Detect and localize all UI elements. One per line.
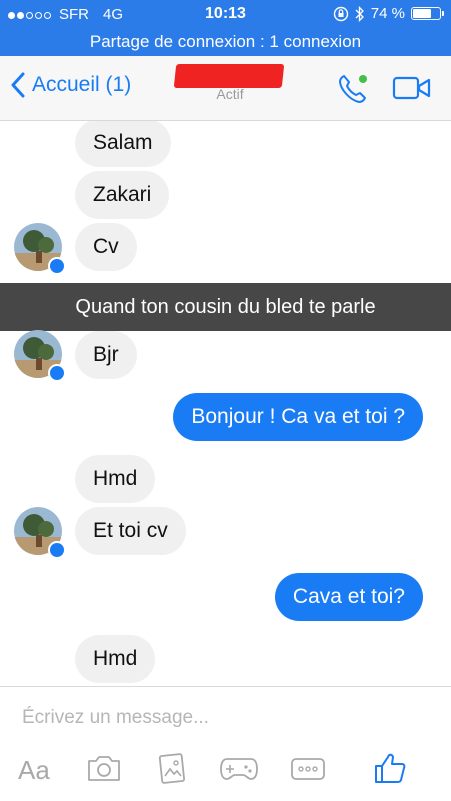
messenger-badge-icon [48,541,66,559]
contact-status: Actif [216,86,244,102]
status-right: 74 % [333,5,444,22]
camera-icon[interactable] [86,753,122,783]
messenger-badge-icon [48,257,66,275]
caption-overlay: Quand ton cousin du bled te parle [0,283,451,331]
photo-gallery-icon[interactable] [155,753,189,785]
message-bubble[interactable]: Cv [75,223,137,271]
text-format-button[interactable]: Aa [18,755,50,786]
hotspot-banner[interactable]: Partage de connexion : 1 connexion [0,30,451,56]
message-bubble[interactable]: Hmd [75,635,156,683]
composer: Écrivez un message... Aa [0,686,451,801]
message-bubble-sent[interactable]: Cava et toi? [274,573,423,621]
game-controller-icon[interactable] [219,755,259,783]
bluetooth-icon [355,5,364,22]
chat-header: Accueil (1) Actif [0,56,451,121]
back-button[interactable]: Accueil (1) [10,72,131,98]
chevron-left-icon [11,72,25,98]
status-bar: SFR 4G 10:13 74 % [0,0,451,30]
message-bubble-sent[interactable]: Bonjour ! Ca va et toi ? [173,393,423,441]
composer-toolbar: Aa [0,753,451,793]
battery-percent: 74 % [370,5,405,22]
message-bubble[interactable]: Et toi cv [75,507,186,555]
message-list[interactable]: Salam Zakari Cv Quand ton cousin du bled… [0,121,451,686]
orientation-lock-icon [333,6,348,21]
message-bubble[interactable]: Hmd [75,455,156,503]
contact-info[interactable]: Actif [173,64,285,102]
redacted-contact-name [173,64,285,88]
message-bubble[interactable]: Bjr [75,331,137,379]
thumbs-up-icon[interactable] [373,751,407,785]
more-options-icon[interactable] [290,757,326,781]
messenger-badge-icon [48,364,66,382]
video-call-icon[interactable] [392,75,432,101]
phone-call-icon[interactable] [336,72,370,106]
message-input[interactable]: Écrivez un message... [22,707,209,729]
message-bubble[interactable]: Zakari [75,171,170,219]
battery-icon [411,7,444,20]
back-label: Accueil (1) [32,73,132,96]
message-bubble[interactable]: Salam [75,121,171,167]
